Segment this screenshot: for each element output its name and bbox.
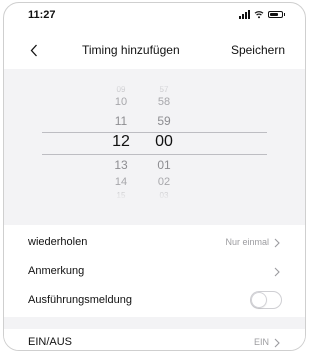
picker-fade (4, 191, 305, 201)
repeat-row[interactable]: wiederholen Nur einmal (4, 227, 305, 257)
time-picker: 09 10 11 12 13 14 15 57 58 59 00 01 02 0… (4, 81, 305, 201)
minute-option[interactable]: 59 (144, 115, 184, 127)
selected-hour[interactable]: 12 (101, 134, 141, 150)
note-row[interactable]: Anmerkung (4, 256, 305, 286)
status-bar: 11:27 (4, 3, 305, 29)
section-divider (4, 201, 305, 225)
battery-icon (268, 11, 285, 18)
status-icons (239, 10, 285, 19)
signal-icon (239, 10, 250, 19)
toggle-knob (252, 293, 266, 307)
hour-option[interactable]: 14 (101, 177, 141, 188)
phone-screen: 11:27 Timing hinzufügen Speichern 09 10 (3, 2, 306, 351)
nav-bar: Timing hinzufügen Speichern (4, 33, 305, 67)
minute-option[interactable]: 02 (144, 177, 184, 188)
hour-option[interactable]: 11 (101, 115, 141, 127)
save-button[interactable]: Speichern (231, 43, 285, 57)
hour-option[interactable]: 13 (101, 159, 141, 171)
repeat-label: wiederholen (28, 236, 88, 248)
minute-wheel[interactable]: 57 58 59 00 01 02 03 (144, 81, 184, 201)
execution-notice-row: Ausführungsmeldung (4, 285, 305, 315)
chevron-right-icon (274, 267, 280, 277)
wifi-icon (254, 11, 264, 19)
power-label: EIN/AUS (28, 336, 73, 348)
selected-minute[interactable]: 00 (144, 134, 184, 150)
power-row[interactable]: EIN/AUS EIN (4, 329, 305, 350)
execution-notice-toggle[interactable] (250, 291, 282, 309)
section-divider (4, 317, 305, 329)
minute-option[interactable]: 01 (144, 159, 184, 171)
note-label: Anmerkung (28, 265, 85, 277)
execution-notice-label: Ausführungsmeldung (28, 294, 132, 306)
repeat-value: Nur einmal (225, 237, 269, 247)
picker-fade (4, 81, 305, 91)
chevron-right-icon (274, 338, 280, 348)
status-time: 11:27 (28, 9, 56, 21)
hour-option[interactable]: 10 (101, 97, 141, 108)
picker-selection-line (42, 132, 267, 133)
section-divider (4, 69, 305, 81)
minute-option[interactable]: 58 (144, 97, 184, 108)
hour-wheel[interactable]: 09 10 11 12 13 14 15 (101, 81, 141, 201)
chevron-right-icon (274, 238, 280, 248)
picker-selection-line (42, 154, 267, 155)
power-value: EIN (253, 337, 269, 347)
